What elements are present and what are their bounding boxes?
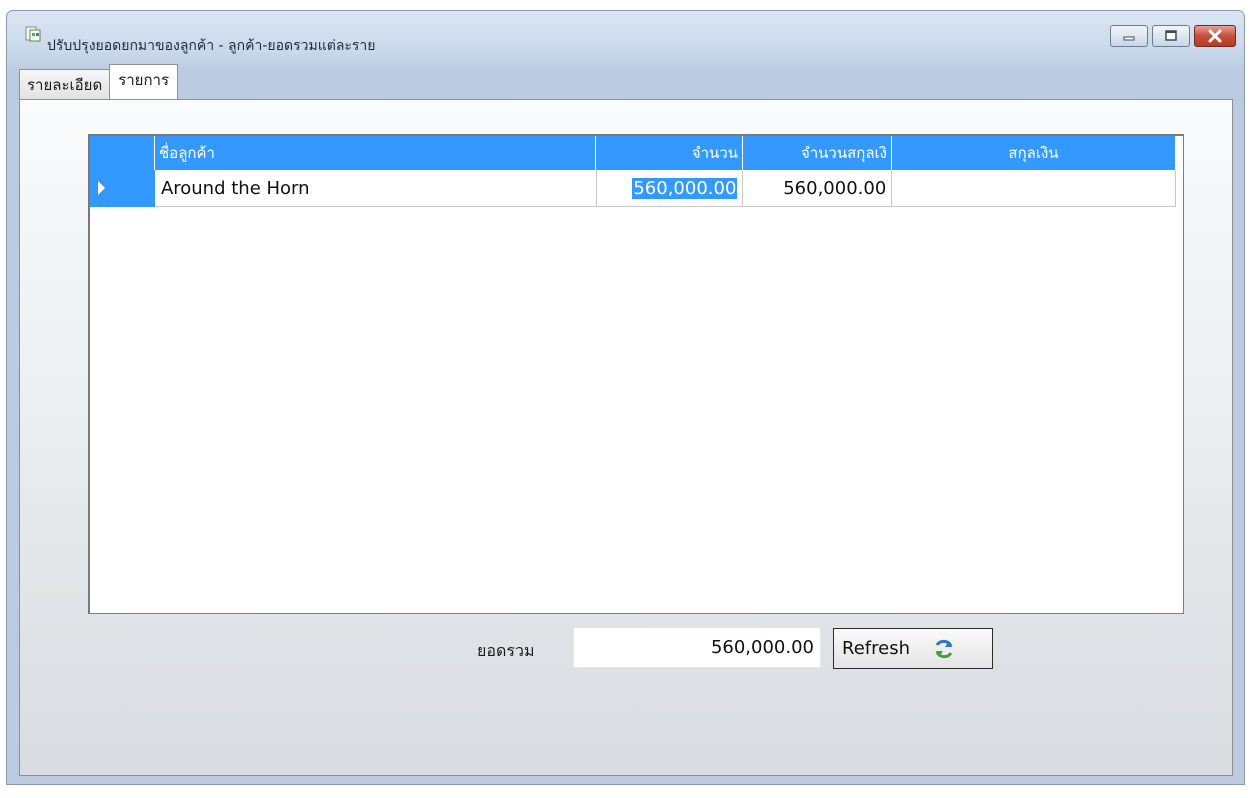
- total-label: ยอดรวม: [477, 641, 535, 660]
- minimize-icon: [1123, 36, 1135, 41]
- column-header-amount-currency[interactable]: จำนวนสกุลเงิ: [743, 136, 892, 170]
- customer-balance-grid[interactable]: ชื่อลูกค้า จำนวน จำนวนสกุลเงิ สกุลเงิน A…: [88, 134, 1184, 614]
- app-document-icon: [25, 26, 41, 42]
- close-icon: [1208, 29, 1222, 43]
- maximize-icon: [1165, 30, 1177, 41]
- grid-header-corner: [90, 136, 155, 170]
- cell-amount-currency[interactable]: 560,000.00: [743, 170, 893, 207]
- row-header[interactable]: [90, 170, 156, 207]
- refresh-button-label: Refresh: [842, 638, 910, 659]
- tab-page-items: ชื่อลูกค้า จำนวน จำนวนสกุลเงิ สกุลเงิน A…: [19, 99, 1233, 776]
- app-window: ปรับปรุงยอดยกมาของลูกค้า - ลูกค้า-ยอดรวม…: [6, 10, 1245, 785]
- column-header-amount[interactable]: จำนวน: [596, 136, 743, 170]
- cell-amount[interactable]: 560,000.00: [596, 170, 744, 207]
- column-header-customer[interactable]: ชื่อลูกค้า: [155, 136, 596, 170]
- grid-header: ชื่อลูกค้า จำนวน จำนวนสกุลเงิ สกุลเงิน: [90, 136, 1176, 170]
- cell-currency[interactable]: [892, 170, 1177, 207]
- column-header-currency[interactable]: สกุลเงิน: [892, 136, 1176, 170]
- cell-amount-selected-text: 560,000.00: [632, 178, 738, 199]
- minimize-button[interactable]: [1110, 25, 1148, 47]
- tab-items[interactable]: รายการ: [109, 64, 179, 99]
- refresh-icon: [935, 639, 953, 658]
- caption-buttons: [1110, 25, 1236, 47]
- current-row-arrow-icon: [98, 181, 105, 195]
- cell-customer[interactable]: Around the Horn: [155, 170, 597, 207]
- table-row[interactable]: Around the Horn 560,000.00 560,000.00: [90, 170, 1177, 207]
- maximize-button[interactable]: [1152, 25, 1190, 47]
- close-button[interactable]: [1194, 25, 1236, 47]
- refresh-button[interactable]: Refresh: [833, 628, 993, 669]
- title-bar[interactable]: ปรับปรุงยอดยกมาของลูกค้า - ลูกค้า-ยอดรวม…: [7, 11, 1244, 65]
- tab-details[interactable]: รายละเอียด: [19, 69, 111, 99]
- total-field[interactable]: 560,000.00: [573, 627, 821, 668]
- window-title: ปรับปรุงยอดยกมาของลูกค้า - ลูกค้า-ยอดรวม…: [47, 38, 376, 54]
- tab-strip: รายละเอียด รายการ: [19, 64, 179, 99]
